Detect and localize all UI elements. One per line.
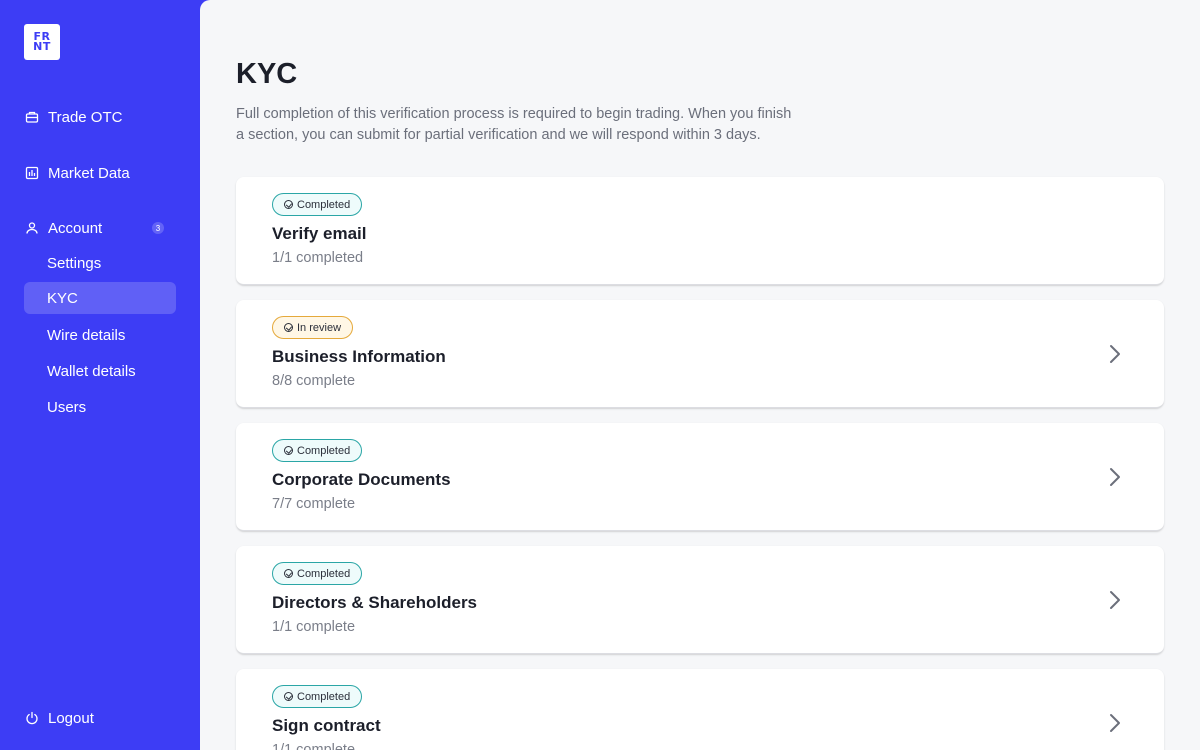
status-badge: Completed	[272, 685, 363, 708]
section-progress: 7/7 complete	[272, 496, 356, 512]
kyc-section-card[interactable]: In review Business Information 8/8 compl…	[236, 300, 1164, 408]
nav-market-data-label: Market Data	[48, 164, 130, 182]
status-label: Completed	[297, 444, 351, 457]
section-title: Business Information	[272, 347, 446, 366]
user-icon	[24, 220, 40, 236]
chart-icon	[24, 165, 40, 181]
logo-line-2: NT	[33, 40, 51, 53]
sidebar-item-settings[interactable]: Settings	[24, 247, 176, 279]
nav-market-data[interactable]: Market Data	[24, 157, 176, 189]
section-progress: 1/1 complete	[272, 619, 356, 635]
page-description: Full completion of this verification pro…	[236, 106, 792, 143]
nav-trade-otc[interactable]: Trade OTC	[24, 101, 176, 133]
sidebar-item-wire-details[interactable]: Wire details	[24, 319, 176, 351]
section-progress: 1/1 complete	[272, 742, 356, 750]
kyc-section-card[interactable]: Completed Sign contract 1/1 complete	[236, 669, 1164, 750]
section-progress: 1/1 completed	[272, 250, 364, 266]
status-label: In review	[297, 321, 342, 334]
sidebar-item-kyc[interactable]: KYC	[24, 282, 176, 314]
sidebar-item-label: Wallet details	[47, 362, 136, 380]
check-circle-icon	[284, 323, 293, 332]
chevron-right-icon[interactable]	[1102, 342, 1126, 366]
check-circle-icon	[284, 200, 293, 209]
sidebar-item-label: Wire details	[47, 326, 126, 344]
sidebar-item-label: Users	[47, 398, 87, 416]
status-badge: In review	[272, 316, 354, 339]
sidebar-item-label: Settings	[47, 254, 102, 272]
section-title: Corporate Documents	[272, 470, 451, 489]
page-title: KYC	[236, 58, 298, 90]
status-label: Completed	[297, 198, 351, 211]
account-count-badge: 3	[152, 222, 164, 234]
status-badge: Completed	[272, 193, 363, 216]
chevron-right-icon[interactable]	[1102, 465, 1126, 489]
trade-icon	[24, 109, 40, 125]
logout-label: Logout	[48, 709, 94, 727]
kyc-section-card[interactable]: Completed Verify email 1/1 completed	[236, 177, 1164, 285]
main-content: KYC Full completion of this verification…	[200, 0, 1200, 750]
status-label: Completed	[297, 690, 351, 703]
check-circle-icon	[284, 692, 293, 701]
section-progress: 8/8 complete	[272, 373, 356, 389]
chevron-right-icon[interactable]	[1102, 588, 1126, 612]
sidebar-item-label: KYC	[47, 289, 78, 307]
status-badge: Completed	[272, 562, 363, 585]
section-title: Verify email	[272, 224, 367, 243]
nav-account[interactable]: Account 3	[24, 212, 176, 244]
status-badge: Completed	[272, 439, 363, 462]
check-circle-icon	[284, 446, 293, 455]
kyc-section-card[interactable]: Completed Corporate Documents 7/7 comple…	[236, 423, 1164, 531]
sidebar-item-users[interactable]: Users	[24, 391, 176, 423]
logout-button[interactable]: Logout	[24, 702, 176, 734]
status-label: Completed	[297, 567, 351, 580]
logo[interactable]: FR NT	[24, 24, 60, 60]
nav-trade-otc-label: Trade OTC	[48, 108, 123, 126]
sidebar: FR NT Trade OTC Market Data Account 3 Se…	[0, 0, 200, 750]
kyc-section-card[interactable]: Completed Directors & Shareholders 1/1 c…	[236, 546, 1164, 654]
chevron-right-icon[interactable]	[1102, 711, 1126, 735]
nav-account-label: Account	[48, 219, 103, 237]
check-circle-icon	[284, 569, 293, 578]
power-icon	[24, 710, 40, 726]
sidebar-item-wallet-details[interactable]: Wallet details	[24, 355, 176, 387]
section-title: Directors & Shareholders	[272, 593, 478, 612]
section-title: Sign contract	[272, 716, 381, 735]
